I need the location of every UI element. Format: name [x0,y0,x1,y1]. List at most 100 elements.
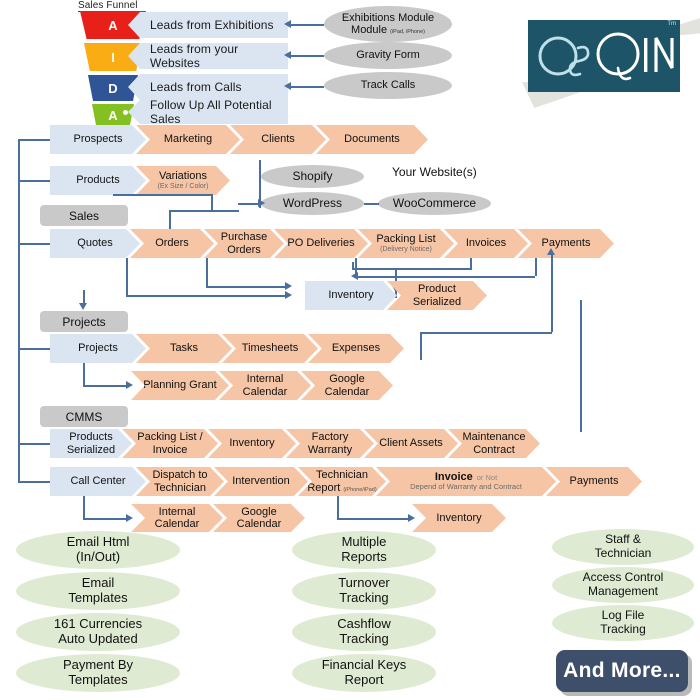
lead-banner-exhibitions[interactable]: Leads from Exhibitions [128,12,288,38]
step-prospects[interactable]: Prospects [50,125,146,154]
osqin-logo[interactable]: Tm [522,14,700,108]
step-clients[interactable]: Clients [230,125,326,154]
rail-right-maintenance [580,300,582,432]
connector-orders-to-inventory-v [126,258,128,295]
lead-banner-calls[interactable]: Leads from Calls [128,74,288,100]
step-projects[interactable]: Projects [50,334,146,363]
step-product-serialized[interactable]: Product Serialized [387,281,487,310]
feature-oval-financial-keys[interactable]: Financial Keys Report [292,654,436,692]
feature-label-line1: Payment By [62,657,134,673]
spine-vertical [18,139,20,482]
integration-oval-woocommerce[interactable]: WooCommerce [378,192,491,215]
step-label: Products [69,431,113,444]
step-client-assets[interactable]: Client Assets [364,429,458,458]
feature-oval-staff-technician[interactable]: Staff & Technician [552,529,694,565]
connector-orders-to-web [169,210,239,212]
step-label-line2: Calendar [236,518,282,530]
connector-techreport-v [337,496,339,518]
feature-label-line1: Access Control [582,570,664,585]
sales-funnel-title: Sales Funnel [78,0,138,12]
feature-oval-email-html[interactable]: Email Html (In/Out) [16,531,180,569]
feature-oval-payment-templates[interactable]: Payment By Templates [16,654,180,692]
step-callcenter-payments[interactable]: Payments [546,467,642,496]
step-label: Maintenance [462,431,526,444]
step-variations[interactable]: Variations (Ex Size / Color) [136,166,230,195]
step-po-deliveries[interactable]: PO Deliveries [274,229,368,258]
connector-invoices-down [535,258,537,276]
step-invoice-or-not[interactable]: Invoice or Not Depend of Warranty and Co… [376,467,556,496]
step-cc-internal-calendar[interactable]: Internal Calendar [131,504,223,532]
and-more-button[interactable]: And More... [556,650,688,692]
integration-oval-exhibitions-module[interactable]: Exhibitions Module Module (iPad, iPhone) [324,6,452,42]
feature-label-line2: Tracking [339,590,389,605]
step-cc-inventory[interactable]: Inventory [412,504,506,532]
feature-oval-multiple-reports[interactable]: Multiple Reports [292,531,436,569]
funnel-segment-letter: A [108,17,118,33]
step-label: Inventory [229,437,275,450]
step-payments[interactable]: Payments [518,229,614,258]
section-chip-label: CMMS [65,409,103,424]
step-label-line2: Invoice [152,443,188,456]
feature-label-line1: Cashflow [337,616,391,632]
step-purchase-orders[interactable]: Purchase Orders [204,229,284,258]
step-inventory[interactable]: Inventory [305,281,397,310]
arrow-up-invoices [547,248,555,255]
step-intervention[interactable]: Intervention [214,467,308,496]
step-expenses[interactable]: Expenses [308,334,404,363]
lead-banner-websites[interactable]: Leads from your Websites [128,43,288,69]
connector-expenses-v [420,332,422,360]
integration-oval-shopify[interactable]: Shopify [261,165,364,188]
step-cc-google-calendar[interactable]: Google Calendar [213,504,305,532]
step-quotes[interactable]: Quotes [50,229,140,258]
step-dispatch-to-technician[interactable]: Dispatch to Technician [136,467,224,496]
arrow-right-inventory-a [285,291,292,299]
step-cmms-inventory[interactable]: Inventory [208,429,296,458]
step-google-calendar[interactable]: Google Calendar [301,371,393,400]
step-call-center[interactable]: Call Center [50,467,146,496]
step-factory-warranty[interactable]: Factory Warranty [286,429,374,458]
integration-label: WooCommerce [392,195,477,210]
feature-label-line1: Multiple [341,534,387,550]
feature-oval-turnover-tracking[interactable]: Turnover Tracking [292,572,436,610]
step-orders[interactable]: Orders [130,229,214,258]
feature-oval-cashflow-tracking[interactable]: Cashflow Tracking [292,613,436,651]
step-planning-grant[interactable]: Planning Grant [131,371,229,400]
step-products-serialized[interactable]: Products Serialized [50,429,132,458]
step-maintenance-contract[interactable]: Maintenance Contract [448,429,540,458]
step-label: Google [241,505,277,518]
connector-packinglist-v [470,258,472,268]
step-marketing[interactable]: Marketing [136,125,240,154]
step-label-line2: Serialized [66,443,116,456]
step-timesheets[interactable]: Timesheets [222,334,318,363]
step-label: Invoices [465,237,507,250]
step-packing-list-invoice[interactable]: Packing List / Invoice [122,429,218,458]
integration-oval-wordpress[interactable]: WordPress [261,192,364,215]
step-label: Packing List [376,233,436,246]
your-websites-heading: Your Website(s) [392,165,477,179]
step-invoices[interactable]: Invoices [444,229,528,258]
feature-oval-currencies[interactable]: 161 Currencies Auto Updated [16,613,180,651]
integration-oval-track-calls[interactable]: Track Calls [324,72,452,99]
step-packing-list[interactable]: Packing List (Delivery Notice) [358,229,454,258]
lead-banner-followup[interactable]: Follow Up All Potential Sales [128,100,288,124]
step-label: Clients [261,133,295,146]
feature-oval-access-control[interactable]: Access Control Management [552,567,694,603]
and-more-label: And More... [563,659,681,682]
feature-oval-log-file-tracking[interactable]: Log File Tracking [552,605,694,641]
step-documents[interactable]: Documents [316,125,428,154]
step-sublabel: Depend of Warranty and Contract [410,482,522,492]
step-tasks[interactable]: Tasks [136,334,232,363]
connector-podeliv-h [355,276,535,278]
step-products[interactable]: Products [50,166,146,195]
step-technician-report[interactable]: Technician Report (iPhone/iPad) [298,467,386,496]
feature-oval-email-templates[interactable]: Email Templates [16,572,180,610]
integration-oval-gravity-form[interactable]: Gravity Form [324,42,452,69]
step-label-line2: Orders [227,243,261,256]
step-label: Orders [155,237,189,250]
feature-label-line2: Technician [594,546,652,560]
arrow-down-projects-chip [79,303,87,310]
connector-projects-to-planning-v [83,363,85,385]
step-internal-calendar[interactable]: Internal Calendar [219,371,311,400]
feature-label-line1: Log File [601,608,645,623]
website-bus-inlet [238,203,260,205]
